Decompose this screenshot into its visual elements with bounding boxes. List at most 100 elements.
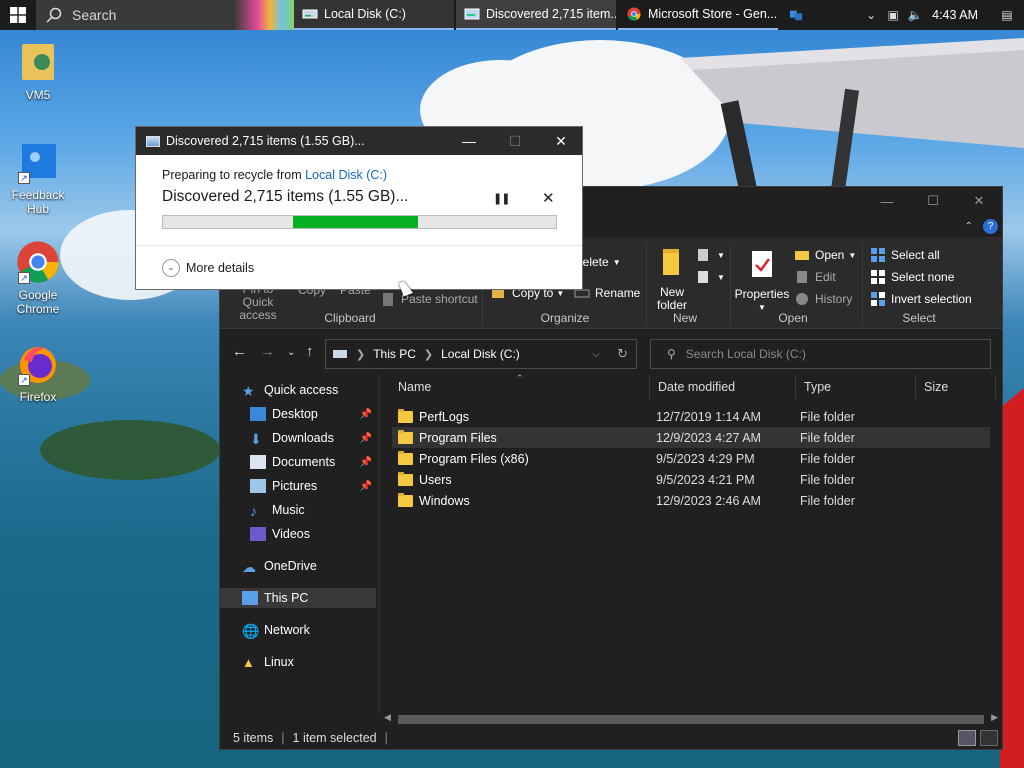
- desktop-icon-vm5[interactable]: VM5: [0, 40, 76, 102]
- taskbar-item-feedback[interactable]: [778, 0, 814, 30]
- edit-button[interactable]: Edit: [794, 269, 836, 285]
- nav-onedrive[interactable]: ☁ OneDrive: [242, 556, 376, 576]
- file-date: 12/7/2019 1:14 AM: [656, 409, 761, 424]
- large-icons-view-icon[interactable]: [980, 730, 998, 746]
- folder-icon: [398, 429, 413, 444]
- file-row-users[interactable]: Users 9/5/2023 4:21 PM File folder: [392, 469, 990, 490]
- nav-network[interactable]: 🌐 Network: [242, 620, 376, 640]
- search-icon: [46, 7, 62, 23]
- new-folder-button[interactable]: New folder: [652, 247, 692, 312]
- breadcrumb-separator: ❯: [356, 348, 366, 361]
- properties-icon: [752, 251, 772, 277]
- scrollbar-thumb[interactable]: [398, 715, 984, 724]
- file-date: 12/9/2023 4:27 AM: [656, 430, 761, 445]
- nav-label: Desktop: [272, 407, 318, 421]
- documents-icon: [250, 455, 266, 469]
- select-none-button[interactable]: Select none: [870, 269, 954, 285]
- breadcrumb-this-pc[interactable]: This PC: [373, 347, 416, 361]
- nav-desktop[interactable]: Desktop 📌: [250, 404, 376, 424]
- source-location-link[interactable]: Local Disk (C:): [305, 168, 387, 182]
- status-divider: |: [384, 731, 388, 745]
- taskbar-item-chrome[interactable]: Microsoft Store - Gen...: [618, 0, 778, 30]
- file-type: File folder: [800, 493, 855, 508]
- column-header-date-modified[interactable]: Date modified: [650, 375, 796, 399]
- ribbon-group-clipboard: Clipboard: [324, 311, 376, 325]
- properties-button[interactable]: Properties ▼: [734, 249, 790, 314]
- back-arrow-icon[interactable]: ←: [232, 343, 247, 360]
- start-button[interactable]: [0, 0, 36, 30]
- nav-linux[interactable]: ▲ Linux: [242, 652, 376, 672]
- system-tray: ⌄ ▣ 🔈 4:43 AM ▤: [860, 0, 1024, 30]
- address-bar[interactable]: ❯ This PC ❯ Local Disk (C:) ⌵ ↻: [325, 339, 637, 369]
- column-header-size[interactable]: Size: [916, 375, 996, 399]
- help-icon[interactable]: ?: [983, 218, 998, 234]
- cancel-operation-button[interactable]: ✕: [542, 189, 555, 207]
- dialog-close-button[interactable]: ✕: [538, 127, 584, 155]
- desktop-icon-firefox[interactable]: ↗ Firefox: [0, 342, 76, 404]
- easy-access-button[interactable]: ▼: [696, 269, 725, 285]
- dialog-title-bar: Discovered 2,715 items (1.55 GB)... — ☐ …: [136, 127, 582, 155]
- search-input[interactable]: ⚲ Search Local Disk (C:): [650, 339, 991, 369]
- volume-muted-icon[interactable]: 🔈: [904, 0, 926, 30]
- taskbar-item-recycle-progress[interactable]: Discovered 2,715 item...: [456, 0, 616, 30]
- pin-icon: 📌: [359, 480, 372, 492]
- taskbar-item-local-disk[interactable]: Local Disk (C:): [294, 0, 454, 30]
- file-row-windows[interactable]: Windows 12/9/2023 2:46 AM File folder: [392, 490, 990, 511]
- breadcrumb-separator: ❯: [423, 348, 434, 361]
- chevron-up-icon[interactable]: ⌄: [860, 0, 882, 30]
- column-header-name[interactable]: Name: [390, 375, 650, 399]
- column-header-type[interactable]: Type: [796, 375, 916, 399]
- dialog-minimize-button[interactable]: —: [446, 127, 492, 155]
- horizontal-scrollbar[interactable]: ◀ ▶: [380, 712, 1002, 725]
- videos-icon: [250, 527, 266, 541]
- nav-quick-access[interactable]: ★ Quick access: [242, 380, 376, 400]
- close-button[interactable]: ✕: [956, 187, 1002, 215]
- history-button[interactable]: History: [794, 291, 852, 307]
- ribbon-group-organize: Organize: [540, 311, 590, 325]
- desktop-icon: [250, 407, 266, 421]
- background-island: [40, 420, 220, 480]
- dialog-maximize-button[interactable]: ☐: [492, 127, 538, 155]
- breadcrumb-local-disk[interactable]: Local Disk (C:): [441, 347, 520, 361]
- desktop-icon-google-chrome[interactable]: ↗ Google Chrome: [0, 240, 76, 316]
- invert-selection-button[interactable]: Invert selection: [870, 291, 972, 307]
- invert-selection-icon: [871, 292, 885, 306]
- file-row-perflogs[interactable]: PerfLogs 12/7/2019 1:14 AM File folder: [392, 406, 990, 427]
- nav-music[interactable]: ♪ Music: [250, 500, 376, 520]
- file-row-program-files[interactable]: Program Files 12/9/2023 4:27 AM File fol…: [392, 427, 990, 448]
- scroll-left-icon[interactable]: ◀: [384, 712, 391, 723]
- nav-documents[interactable]: Documents 📌: [250, 452, 376, 472]
- paste-shortcut-button[interactable]: Paste shortcut: [380, 291, 478, 307]
- folder-icon: [398, 471, 413, 486]
- file-name: PerfLogs: [419, 409, 470, 424]
- scroll-right-icon[interactable]: ▶: [991, 712, 998, 723]
- recent-locations-icon[interactable]: ⌄: [287, 347, 295, 358]
- forward-arrow-icon[interactable]: →: [260, 343, 275, 360]
- nav-this-pc[interactable]: This PC: [220, 588, 376, 608]
- maximize-button[interactable]: ☐: [910, 187, 956, 215]
- dialog-title: Discovered 2,715 items (1.55 GB)...: [166, 134, 365, 148]
- taskbar-search-box[interactable]: Search: [36, 0, 294, 30]
- up-arrow-icon[interactable]: ↑: [306, 343, 314, 360]
- network-icon[interactable]: ▣: [882, 0, 904, 30]
- nav-downloads[interactable]: ⬇ Downloads 📌: [250, 428, 376, 448]
- address-row: ← → ⌄ ↑ ❯ This PC ❯ Local Disk (C:) ⌵ ↻ …: [220, 333, 1002, 373]
- notifications-icon[interactable]: ▤: [990, 0, 1024, 30]
- nav-videos[interactable]: Videos: [250, 524, 376, 544]
- minimize-button[interactable]: —: [864, 187, 910, 215]
- select-all-button[interactable]: Select all: [870, 247, 940, 263]
- rename-button[interactable]: Rename: [574, 285, 640, 301]
- address-dropdown-icon[interactable]: ⌵: [592, 349, 600, 360]
- file-row-program-files-x86[interactable]: Program Files (x86) 9/5/2023 4:29 PM Fil…: [392, 448, 990, 469]
- details-view-icon[interactable]: [958, 730, 976, 746]
- people-icon: [789, 10, 803, 21]
- pause-button[interactable]: ❚❚: [493, 192, 510, 205]
- refresh-icon[interactable]: ↻: [617, 346, 628, 362]
- clock[interactable]: 4:43 AM: [926, 8, 990, 22]
- new-item-button[interactable]: ▼: [696, 247, 725, 263]
- more-details-toggle[interactable]: ⌄ More details: [136, 245, 582, 289]
- ribbon-collapse-icon[interactable]: ⌃: [965, 221, 973, 232]
- open-button[interactable]: Open ▼: [794, 247, 856, 263]
- desktop-icon-feedback-hub[interactable]: ↗ Feedback Hub: [0, 140, 76, 216]
- nav-pictures[interactable]: Pictures 📌: [250, 476, 376, 496]
